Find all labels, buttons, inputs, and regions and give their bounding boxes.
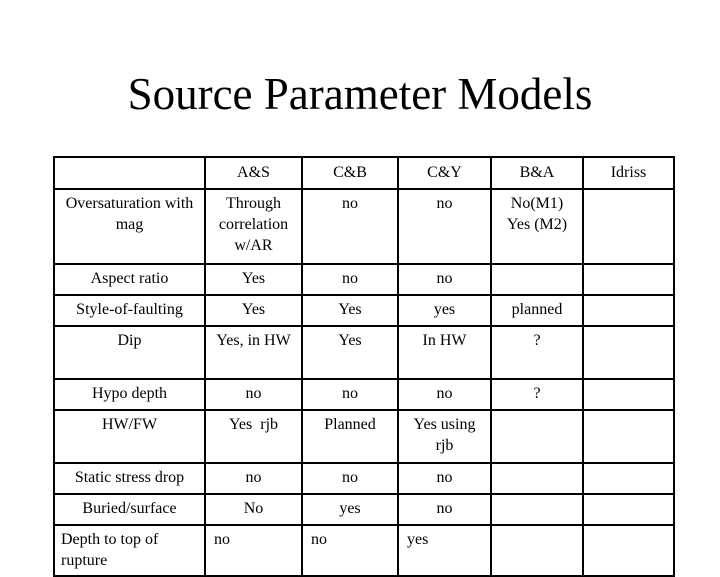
- table-cell: no: [301, 188, 399, 265]
- table-cell: Through correlation w/AR: [204, 188, 303, 265]
- table-cell: no: [397, 263, 492, 296]
- table-cell: [490, 263, 584, 296]
- table-cell: [490, 524, 584, 577]
- table-cell: [582, 294, 675, 327]
- table-row: Static stress drop no no no: [53, 462, 675, 495]
- table-cell: [582, 378, 675, 411]
- parameter-label: Aspect ratio: [53, 263, 206, 296]
- table-cell: no: [397, 188, 492, 265]
- table-cell: [490, 493, 584, 526]
- header-model-idriss: Idriss: [582, 156, 675, 190]
- parameter-label: Depth to top of rupture: [53, 524, 206, 577]
- table-cell: planned: [490, 294, 584, 327]
- table-cell: Yes: [204, 263, 303, 296]
- table-row: Hypo depth no no no ?: [53, 378, 675, 411]
- table-cell: no: [301, 378, 399, 411]
- table-cell: [490, 409, 584, 464]
- header-row: A&S C&B C&Y B&A Idriss: [53, 156, 675, 190]
- table-cell: Yes: [301, 325, 399, 380]
- table-cell: [582, 409, 675, 464]
- table-cell: no: [204, 462, 303, 495]
- table-cell: no: [397, 493, 492, 526]
- table-cell: [490, 462, 584, 495]
- parameter-label: Buried/surface: [53, 493, 206, 526]
- parameter-label: Static stress drop: [53, 462, 206, 495]
- table-cell: yes: [301, 493, 399, 526]
- table-cell: Planned: [301, 409, 399, 464]
- table-cell: Yes using rjb: [397, 409, 492, 464]
- table-row: Aspect ratio Yes no no: [53, 263, 675, 296]
- table-row: HW/FW Yes rjb Planned Yes using rjb: [53, 409, 675, 464]
- table-cell: [582, 462, 675, 495]
- table-cell: no: [397, 378, 492, 411]
- parameter-label: Style-of-faulting: [53, 294, 206, 327]
- table-cell: Yes, in HW: [204, 325, 303, 380]
- table-cell: no: [204, 524, 303, 577]
- parameter-label: Dip: [53, 325, 206, 380]
- table-cell: [582, 325, 675, 380]
- header-model-cy: C&Y: [397, 156, 492, 190]
- parameter-label: HW/FW: [53, 409, 206, 464]
- table-cell: No: [204, 493, 303, 526]
- source-parameter-table: A&S C&B C&Y B&A Idriss Oversaturation wi…: [53, 156, 675, 577]
- table-cell: Yes rjb: [204, 409, 303, 464]
- table-row: Dip Yes, in HW Yes In HW ?: [53, 325, 675, 380]
- table-cell: In HW: [397, 325, 492, 380]
- table-cell: Yes: [301, 294, 399, 327]
- table-row: Style-of-faulting Yes Yes yes planned: [53, 294, 675, 327]
- table-cell: no: [397, 462, 492, 495]
- table-cell: ?: [490, 378, 584, 411]
- table-row: Depth to top of rupture no no yes: [53, 524, 675, 577]
- table-cell: no: [301, 462, 399, 495]
- table-cell: [582, 493, 675, 526]
- parameter-label: Hypo depth: [53, 378, 206, 411]
- table-cell: No(M1) Yes (M2): [490, 188, 584, 265]
- table-cell: yes: [397, 294, 492, 327]
- table-row: Oversaturation with mag Through correlat…: [53, 188, 675, 265]
- table-cell: no: [301, 263, 399, 296]
- table-cell: [582, 188, 675, 265]
- table-row: Buried/surface No yes no: [53, 493, 675, 526]
- table-cell: no: [301, 524, 399, 577]
- table-cell: ?: [490, 325, 584, 380]
- table-cell: yes: [397, 524, 492, 577]
- header-model-ba: B&A: [490, 156, 584, 190]
- table-cell: no: [204, 378, 303, 411]
- header-parameter: [53, 156, 206, 190]
- table-cell: [582, 263, 675, 296]
- parameter-label: Oversaturation with mag: [53, 188, 206, 265]
- slide-title: Source Parameter Models: [127, 69, 593, 119]
- table-cell: [582, 524, 675, 577]
- table-cell: Yes: [204, 294, 303, 327]
- header-model-as: A&S: [204, 156, 303, 190]
- header-model-cb: C&B: [301, 156, 399, 190]
